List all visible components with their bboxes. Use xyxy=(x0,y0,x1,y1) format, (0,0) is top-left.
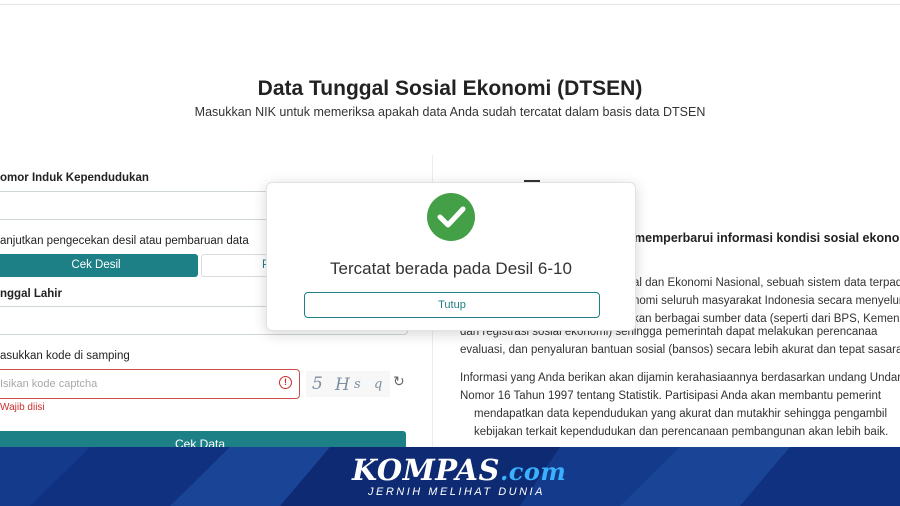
captcha-char: 5 xyxy=(312,374,323,394)
info-text-line: Informasi yang Anda berikan akan dijamin… xyxy=(460,372,900,384)
info-text-line: Nomor 16 Tahun 1997 tentang Statistik. P… xyxy=(460,390,882,402)
nik-label: omor Induk Kependudukan xyxy=(0,172,149,184)
kompas-logo: KOMPAS.com xyxy=(352,453,566,487)
info-text-line: kebijakan terkait kependudukan dan peren… xyxy=(474,426,889,438)
captcha-error: Wajib diisi xyxy=(0,402,45,413)
top-divider xyxy=(0,4,900,5)
captcha-char: s xyxy=(354,377,361,392)
dob-label: nggal Lahir xyxy=(0,288,62,300)
close-button[interactable]: Tutup xyxy=(304,292,600,318)
brand-suffix: .com xyxy=(499,457,567,486)
captcha-char: q xyxy=(374,377,383,392)
captcha-image: 5 H s q xyxy=(306,371,390,397)
tagline: JERNIH MELIHAT DUNIA xyxy=(368,486,545,498)
info-heading: memperbarui informasi kondisi sosial eko… xyxy=(634,231,900,245)
captcha-label: asukkan kode di samping xyxy=(0,350,130,362)
kompas-banner: KOMPAS.com JERNIH MELIHAT DUNIA xyxy=(0,447,900,506)
result-modal: Tercatat berada pada Desil 6-10 Tutup xyxy=(266,182,636,331)
captcha-char: H xyxy=(335,375,350,395)
refresh-icon[interactable]: ↻ xyxy=(393,373,405,390)
brand-main: KOMPAS xyxy=(352,453,500,487)
info-text-line: nomi seluruh masyarakat Indonesia secara… xyxy=(633,295,900,307)
info-text-line: evaluasi, dan penyaluran bantuan sosial … xyxy=(460,344,900,356)
cek-desil-button[interactable]: Cek Desil xyxy=(0,254,198,277)
check-circle-icon xyxy=(427,193,475,241)
page-subtitle: Masukkan NIK untuk memeriksa apakah data… xyxy=(194,105,706,119)
warning-icon: ! xyxy=(279,376,292,389)
captcha-placeholder: Isikan kode captcha xyxy=(0,378,98,390)
result-message: Tercatat berada pada Desil 6-10 xyxy=(330,259,572,278)
page-title: Data Tunggal Sosial Ekonomi (DTSEN) xyxy=(257,77,643,100)
continue-label: anjutkan pengecekan desil atau pembaruan… xyxy=(0,235,249,247)
info-text-line: mendapatkan data kependudukan yang akura… xyxy=(474,408,888,420)
nik-input[interactable] xyxy=(0,191,296,220)
info-text-line: al dan Ekonomi Nasional, sebuah sistem d… xyxy=(633,277,900,289)
